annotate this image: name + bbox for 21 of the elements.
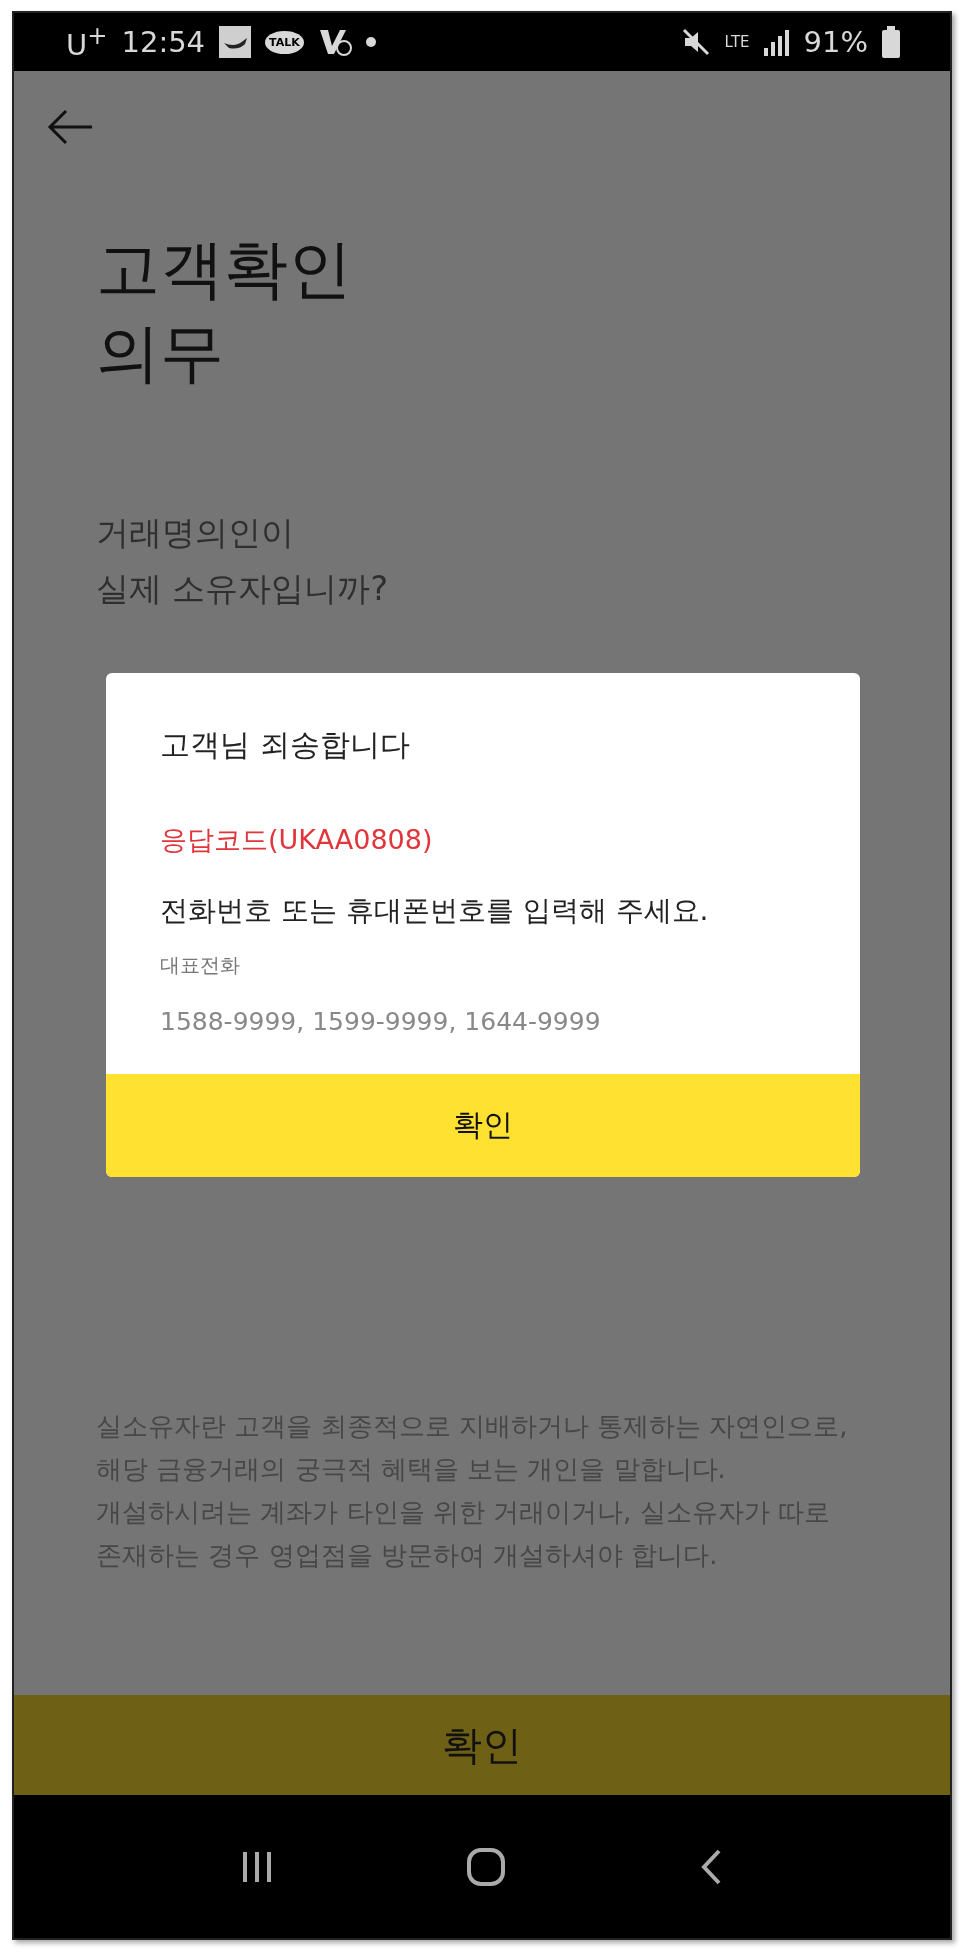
response-code: 응답코드(UKAA0808) (160, 823, 434, 857)
back-button[interactable] (46, 107, 94, 147)
dialog-title: 고객님 죄송합니다 (160, 726, 411, 764)
talk-icon: TALK (265, 30, 304, 54)
back-nav-button[interactable] (700, 1848, 723, 1885)
home-button[interactable] (467, 1847, 505, 1886)
question-text: 거래명의인이 실제 소유자입니까? (96, 512, 389, 610)
battery-icon (882, 26, 900, 58)
mute-icon (680, 27, 711, 57)
recent-apps-button[interactable] (241, 1849, 272, 1884)
phone-label: 대표전화 (160, 952, 241, 979)
battery-label: 91% (803, 25, 868, 59)
page-title: 고객확인 의무 (96, 231, 353, 392)
dialog-confirm-button[interactable]: 확인 (106, 1074, 860, 1177)
dot-icon (365, 37, 376, 47)
phone-numbers: 1588-9999, 1599-9999, 1644-9999 (160, 1007, 602, 1036)
signal-icon (763, 28, 790, 56)
carrier-label: U$^{+}$ (66, 22, 108, 62)
network-label: LTE (724, 33, 750, 51)
dialog-message: 전화번호 또는 휴대폰번호를 입력해 주세요. (160, 893, 710, 929)
clock: 12:54 (121, 25, 206, 59)
